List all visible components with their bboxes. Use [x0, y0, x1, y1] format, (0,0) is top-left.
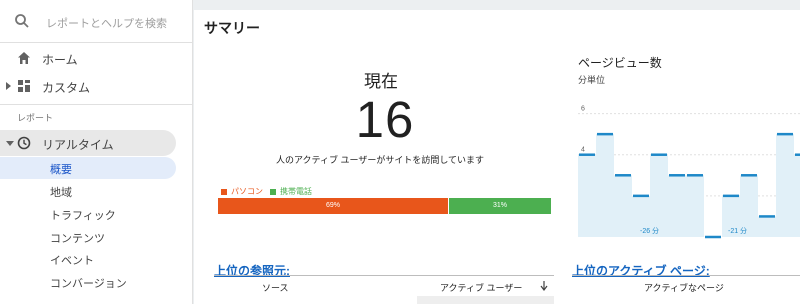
- device-share-bar: 69% 31%: [218, 198, 551, 214]
- sidebar-subitem-content[interactable]: コンテンツ: [0, 226, 176, 248]
- legend-item-mobile: 携帯電話: [270, 186, 312, 197]
- sidebar-item-realtime[interactable]: リアルタイム: [0, 130, 176, 156]
- sidebar-divider: [0, 104, 192, 105]
- active-users-description: 人のアクティブ ユーザーがサイトを訪問しています: [276, 155, 485, 165]
- sidebar-subitem-locations[interactable]: 地域: [0, 180, 176, 202]
- sidebar-subitem-label: 概要: [50, 164, 72, 176]
- sidebar-subitem-label: コンバージョン: [50, 278, 127, 290]
- x-tick-label: -26 分: [640, 226, 659, 235]
- legend-item-desktop: パソコン: [221, 186, 263, 197]
- home-icon: [18, 52, 30, 64]
- x-tick-label: -21 分: [728, 226, 747, 235]
- sidebar-subitem-label: コンテンツ: [50, 233, 105, 245]
- chart-area: [578, 134, 800, 237]
- device-share-segment: 31%: [449, 198, 551, 214]
- legend-label: 携帯電話: [280, 187, 312, 196]
- sidebar-item-label: カスタム: [42, 81, 91, 95]
- now-label: 現在: [364, 72, 398, 91]
- active-pages-table: アクティブなページ: [572, 275, 800, 304]
- sidebar-subitem-traffic[interactable]: トラフィック: [0, 203, 176, 225]
- sorted-column-highlight: [417, 296, 554, 304]
- legend-swatch: [221, 188, 227, 195]
- column-header-active-page[interactable]: アクティブなページ: [644, 281, 724, 294]
- search-placeholder: レポートとヘルプを検索: [46, 18, 167, 30]
- collapse-caret-icon: [6, 141, 14, 146]
- section-label-reports: レポート: [17, 113, 54, 123]
- pageviews-chart-svg: 642-26 分-21 分: [578, 106, 800, 239]
- sidebar-subitem-conversions[interactable]: コンバージョン: [0, 271, 176, 293]
- sidebar: レポートとヘルプを検索 ホーム カスタム レポート リアルタイム 概要 地域 ト…: [0, 0, 193, 304]
- sidebar-item-label: ホーム: [42, 53, 78, 67]
- clock-icon: [17, 136, 31, 150]
- dashboard-icon: [18, 80, 30, 92]
- sidebar-item-custom[interactable]: カスタム: [0, 73, 192, 99]
- sidebar-subitem-overview[interactable]: 概要: [0, 157, 176, 179]
- referrers-table: ソース アクティブ ユーザー: [214, 275, 554, 304]
- y-tick-label: 6: [581, 106, 585, 113]
- sidebar-subitem-label: イベント: [50, 255, 94, 267]
- device-share-segment: 69%: [218, 198, 448, 214]
- sidebar-subitem-label: 地域: [50, 187, 72, 199]
- sidebar-subitem-label: トラフィック: [50, 210, 116, 222]
- sidebar-subitem-events[interactable]: イベント: [0, 248, 176, 270]
- search-bar[interactable]: レポートとヘルプを検索: [0, 0, 192, 42]
- search-icon: [15, 14, 29, 28]
- column-header-source[interactable]: ソース: [262, 281, 289, 294]
- y-tick-label: 4: [581, 147, 585, 154]
- sidebar-item-label: リアルタイム: [42, 138, 114, 152]
- expand-caret-icon: [6, 82, 11, 90]
- active-users-count: 16: [355, 91, 415, 148]
- pageviews-chart: 642-26 分-21 分: [578, 85, 800, 241]
- sort-desc-icon[interactable]: [540, 281, 548, 291]
- sidebar-divider: [0, 42, 192, 43]
- legend-swatch: [270, 188, 276, 195]
- chart-title: ページビュー数: [578, 56, 662, 70]
- page-title: サマリー: [204, 20, 260, 36]
- main-content: サマリー 現在 16 人のアクティブ ユーザーがサイトを訪問しています パソコン…: [194, 10, 800, 304]
- legend-label: パソコン: [231, 187, 263, 196]
- sidebar-item-home[interactable]: ホーム: [0, 45, 192, 71]
- column-header-active-users[interactable]: アクティブ ユーザー: [440, 281, 522, 294]
